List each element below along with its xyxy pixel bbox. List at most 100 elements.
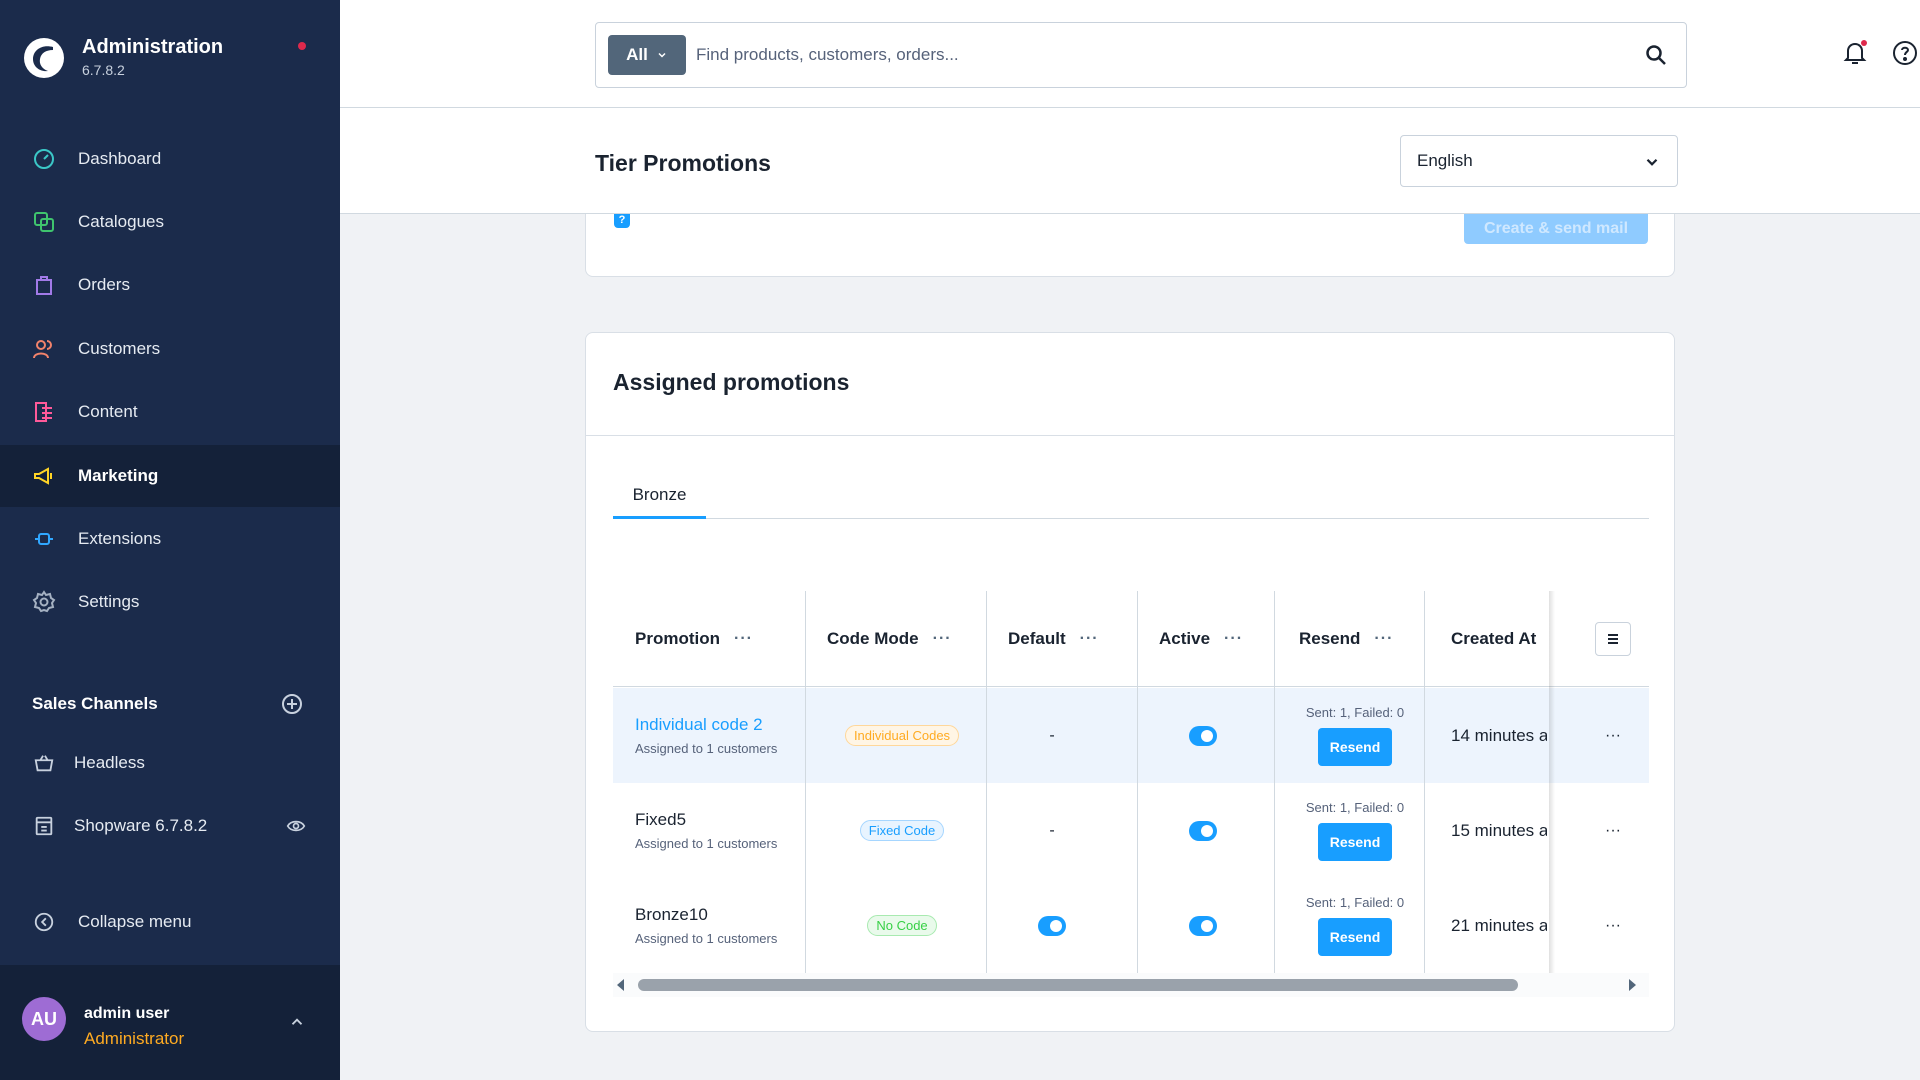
- sidebar-item-catalogues[interactable]: Catalogues: [0, 191, 340, 253]
- promotions-grid: Promotion ··· Code Mode ··· Default ··· Act…: [613, 591, 1649, 975]
- created-at: 14 minutes ago: [1451, 725, 1547, 745]
- add-sales-channel-icon[interactable]: [280, 692, 304, 716]
- cell-resend: Sent: 1, Failed: 0 Resend: [1281, 688, 1429, 783]
- scroll-left-icon[interactable]: [617, 979, 624, 991]
- column-header-promotion[interactable]: Promotion ···: [635, 591, 753, 687]
- scroll-right-icon[interactable]: [1629, 979, 1636, 991]
- column-menu-icon[interactable]: ···: [1374, 630, 1393, 648]
- column-separator: [1137, 591, 1138, 975]
- cell-active: [1135, 878, 1271, 973]
- search-input[interactable]: [696, 35, 1596, 75]
- tab-bronze[interactable]: Bronze: [613, 473, 706, 519]
- resend-info: Sent: 1, Failed: 0: [1305, 800, 1405, 815]
- sidebar-item-dashboard[interactable]: Dashboard: [0, 128, 340, 190]
- sales-channel-headless[interactable]: Headless: [0, 735, 340, 791]
- collapse-menu-button[interactable]: Collapse menu: [0, 896, 340, 948]
- sidebar-item-extensions[interactable]: Extensions: [0, 508, 340, 570]
- chevron-up-icon[interactable]: [288, 1013, 306, 1031]
- storefront-icon: [30, 812, 58, 840]
- send-mail-card: ? Create & send mail: [585, 214, 1675, 277]
- settings-icon: [30, 588, 58, 616]
- marketing-icon: [30, 462, 58, 490]
- column-separator: [986, 591, 987, 975]
- cell-promotion: Fixed5 Assigned to 1 customers: [635, 783, 777, 878]
- cell-created-at: 14 minutes ago: [1451, 688, 1547, 783]
- cell-active: [1135, 688, 1271, 783]
- eye-icon[interactable]: [286, 816, 306, 836]
- sidebar-item-settings[interactable]: Settings: [0, 571, 340, 633]
- cell-promotion: Bronze10 Assigned to 1 customers: [635, 878, 777, 973]
- sidebar-item-marketing[interactable]: Marketing: [0, 445, 340, 507]
- search-type-dropdown[interactable]: All: [608, 35, 686, 75]
- cell-promotion: Individual code 2 Assigned to 1 customer…: [635, 688, 777, 783]
- column-menu-icon[interactable]: ···: [1224, 630, 1243, 648]
- grid-settings-button[interactable]: [1595, 622, 1631, 656]
- cell-created-at: 21 minutes ago: [1451, 878, 1547, 973]
- column-label: Default: [1008, 629, 1066, 648]
- cell-resend: Sent: 1, Failed: 0 Resend: [1281, 878, 1429, 973]
- code-mode-badge: No Code: [867, 915, 937, 936]
- sticky-column-shadow: [1549, 591, 1555, 975]
- column-menu-icon[interactable]: ···: [1080, 630, 1099, 648]
- table-row[interactable]: Bronze10 Assigned to 1 customers No Code…: [613, 878, 1649, 973]
- column-header-created-at[interactable]: Created At: [1451, 591, 1536, 687]
- row-actions-button[interactable]: ···: [1591, 688, 1635, 783]
- sidebar: Administration 6.7.8.2 Dashboard Catalog…: [0, 0, 340, 1080]
- promotion-assigned: Assigned to 1 customers: [635, 836, 778, 851]
- cell-default: -: [980, 783, 1124, 878]
- cell-active: [1135, 783, 1271, 878]
- table-row[interactable]: Individual code 2 Assigned to 1 customer…: [613, 688, 1649, 783]
- content-icon: [30, 398, 58, 426]
- column-separator: [1274, 591, 1275, 975]
- column-menu-icon[interactable]: ···: [734, 630, 753, 648]
- default-toggle[interactable]: [1038, 915, 1066, 936]
- default-empty: -: [1049, 821, 1055, 839]
- column-header-code-mode[interactable]: Code Mode ···: [827, 591, 952, 687]
- resend-button[interactable]: Resend: [1318, 918, 1392, 956]
- divider: [586, 435, 1674, 436]
- cell-resend: Sent: 1, Failed: 0 Resend: [1281, 783, 1429, 878]
- bell-icon[interactable]: [1840, 38, 1870, 68]
- help-icon[interactable]: ?: [614, 214, 630, 228]
- user-menu[interactable]: AU admin user Administrator: [0, 965, 340, 1080]
- cell-code-mode: Fixed Code: [827, 783, 977, 878]
- row-actions-button[interactable]: ···: [1591, 878, 1635, 973]
- sidebar-item-label: Orders: [78, 275, 130, 294]
- catalogues-icon: [30, 208, 58, 236]
- sales-channel-storefront[interactable]: Shopware 6.7.8.2: [0, 798, 340, 854]
- active-toggle[interactable]: [1189, 915, 1217, 936]
- code-mode-badge: Individual Codes: [844, 725, 960, 746]
- chevron-down-icon: [658, 52, 666, 58]
- promotion-link[interactable]: Individual code 2: [635, 715, 777, 735]
- sidebar-item-label: Customers: [78, 339, 161, 358]
- resend-info: Sent: 1, Failed: 0: [1305, 705, 1405, 720]
- help-icon[interactable]: [1890, 38, 1920, 68]
- scrollbar-thumb[interactable]: [638, 979, 1518, 991]
- search-icon[interactable]: [1644, 43, 1668, 67]
- shopware-logo-icon[interactable]: [22, 36, 66, 80]
- created-at: 21 minutes ago: [1451, 915, 1547, 935]
- sidebar-item-customers[interactable]: Customers: [0, 318, 340, 380]
- table-row[interactable]: Fixed5 Assigned to 1 customers Fixed Cod…: [613, 783, 1649, 878]
- resend-button[interactable]: Resend: [1318, 728, 1392, 766]
- sidebar-item-content[interactable]: Content: [0, 381, 340, 443]
- row-actions-button[interactable]: ···: [1591, 783, 1635, 878]
- list-icon: [1608, 634, 1618, 644]
- horizontal-scrollbar[interactable]: [613, 973, 1649, 997]
- sidebar-item-label: Marketing: [78, 466, 159, 485]
- topbar: All: [340, 0, 1920, 108]
- basket-icon: [30, 749, 58, 777]
- language-select[interactable]: English: [1400, 135, 1678, 187]
- column-header-default[interactable]: Default ···: [1008, 591, 1099, 687]
- column-header-resend[interactable]: Resend ···: [1299, 591, 1393, 687]
- search-type-label: All: [626, 45, 648, 64]
- active-toggle[interactable]: [1189, 820, 1217, 841]
- cell-code-mode: No Code: [827, 878, 977, 973]
- sidebar-item-orders[interactable]: Orders: [0, 254, 340, 316]
- resend-button[interactable]: Resend: [1318, 823, 1392, 861]
- cell-default: [980, 878, 1124, 973]
- column-header-active[interactable]: Active ···: [1159, 591, 1243, 687]
- active-toggle[interactable]: [1189, 725, 1217, 746]
- create-send-mail-button[interactable]: Create & send mail: [1464, 214, 1648, 244]
- column-menu-icon[interactable]: ···: [933, 630, 952, 648]
